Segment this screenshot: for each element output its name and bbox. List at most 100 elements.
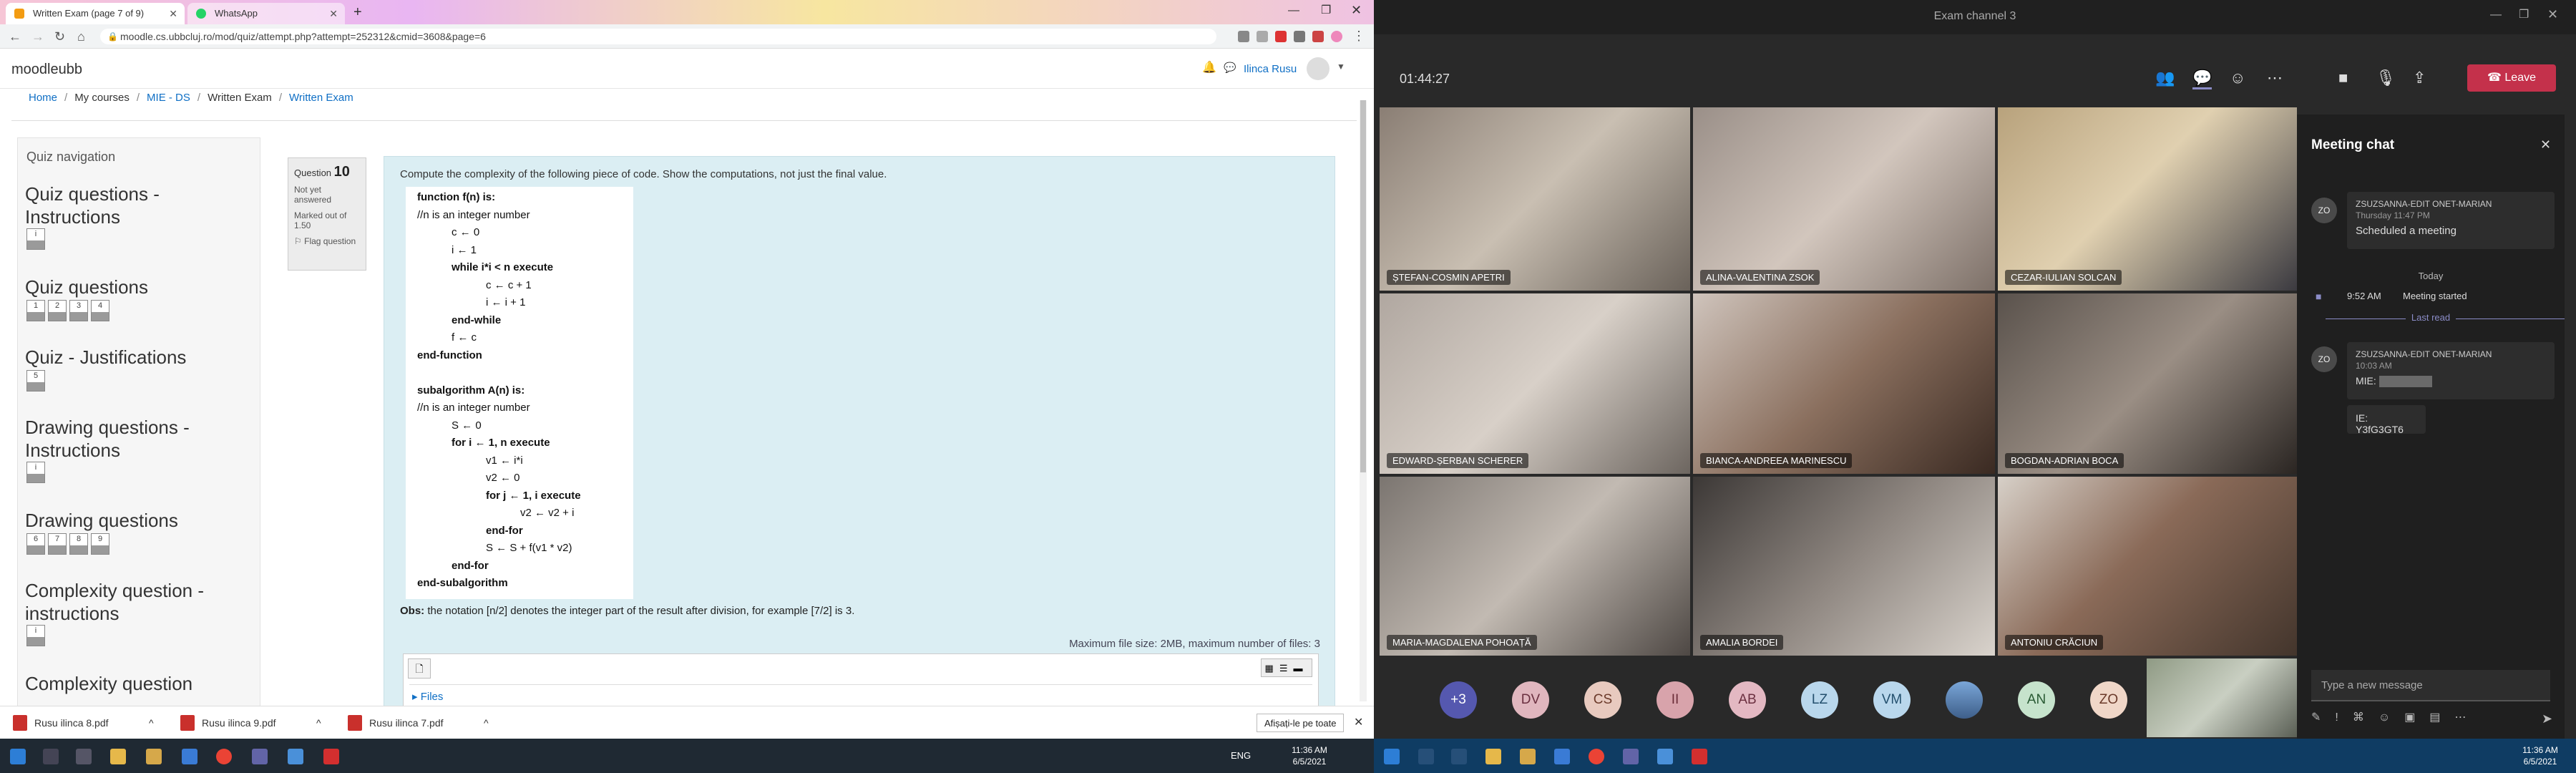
minimize-icon[interactable]: — bbox=[2490, 9, 2502, 21]
task-view-icon[interactable] bbox=[76, 749, 92, 764]
self-video-preview[interactable] bbox=[2147, 658, 2297, 737]
page-scrollbar[interactable] bbox=[1360, 100, 1367, 701]
quiz-nav-button[interactable]: i bbox=[26, 462, 45, 483]
participant-avatar[interactable]: AN bbox=[2018, 681, 2055, 719]
video-tile[interactable]: MARIA-MAGDALENA POHOAȚĂ bbox=[1380, 477, 1690, 656]
download-item[interactable]: Rusu ilinca 8.pdf ^ bbox=[13, 714, 170, 732]
user-avatar[interactable] bbox=[1307, 57, 1330, 80]
site-brand[interactable]: moodleubb bbox=[11, 62, 82, 78]
close-tab-icon[interactable]: ✕ bbox=[169, 3, 177, 24]
send-icon[interactable]: ➤ bbox=[2542, 711, 2552, 726]
store-icon[interactable] bbox=[1554, 749, 1570, 764]
video-tile[interactable]: AMALIA BORDEI bbox=[1693, 477, 1995, 656]
search-icon[interactable] bbox=[1418, 749, 1434, 764]
share-screen-icon[interactable]: ⇪ bbox=[2413, 69, 2426, 87]
participant-avatar[interactable]: DV bbox=[1512, 681, 1549, 719]
video-tile[interactable]: BOGDAN-ADRIAN BOCA bbox=[1998, 293, 2297, 474]
back-icon[interactable]: ← bbox=[9, 29, 21, 44]
app-icon[interactable] bbox=[288, 749, 303, 764]
breadcrumb-quiz[interactable]: Written Exam bbox=[289, 92, 353, 104]
breadcrumb-course[interactable]: MIE - DS bbox=[147, 92, 190, 104]
files-folder-link[interactable]: ▸ Files bbox=[412, 690, 443, 703]
camera-icon[interactable]: ■ bbox=[2338, 69, 2348, 87]
quiz-nav-button[interactable]: 6 bbox=[26, 533, 45, 555]
profile-avatar-icon[interactable] bbox=[1331, 31, 1342, 42]
scrollbar-thumb[interactable] bbox=[1360, 100, 1366, 472]
tab-whatsapp[interactable]: WhatsApp ✕ bbox=[187, 3, 345, 24]
add-file-icon[interactable]: 🗋 bbox=[408, 658, 431, 679]
quiz-nav-button[interactable]: i bbox=[26, 228, 45, 250]
show-all-downloads-button[interactable]: Afișați-le pe toate bbox=[1257, 714, 1345, 732]
breadcrumb-my-courses[interactable]: My courses bbox=[74, 92, 130, 104]
view-mode-icons[interactable]: ▦☰▬ bbox=[1261, 658, 1312, 677]
more-actions-icon[interactable]: ⋯ bbox=[2267, 69, 2283, 87]
video-tile[interactable]: ANTONIU CRĂCIUN bbox=[1998, 477, 2297, 656]
acrobat-icon[interactable] bbox=[323, 749, 339, 764]
reactions-icon[interactable]: ☺ bbox=[2230, 69, 2245, 87]
home-icon[interactable]: ⌂ bbox=[77, 29, 85, 44]
search-icon[interactable] bbox=[43, 749, 59, 764]
store-icon[interactable] bbox=[182, 749, 197, 764]
flag-question-button[interactable]: ⚐ Flag question bbox=[294, 236, 360, 246]
close-tab-icon[interactable]: ✕ bbox=[329, 3, 338, 24]
participant-avatar[interactable]: CS bbox=[1584, 681, 1621, 719]
url-field[interactable]: 🔒 moodle.cs.ubbcluj.ro/mod/quiz/attempt.… bbox=[100, 29, 1216, 44]
extension-icon[interactable] bbox=[1294, 31, 1305, 42]
chrome-icon[interactable] bbox=[1589, 749, 1604, 764]
video-tile[interactable]: CEZAR-IULIAN SOLCAN bbox=[1998, 107, 2297, 291]
participant-avatar[interactable]: II bbox=[1657, 681, 1694, 719]
extension-icon[interactable] bbox=[1312, 31, 1324, 42]
teams-icon[interactable] bbox=[1623, 749, 1639, 764]
compose-message-input[interactable]: Type a new message bbox=[2311, 670, 2550, 701]
windows-start-icon[interactable] bbox=[1384, 749, 1400, 764]
chevron-up-icon[interactable]: ^ bbox=[316, 714, 321, 732]
chevron-up-icon[interactable]: ^ bbox=[149, 714, 154, 732]
close-chat-icon[interactable]: ✕ bbox=[2540, 137, 2551, 152]
quiz-nav-button[interactable]: 4 bbox=[91, 300, 109, 321]
participant-photo-avatar[interactable] bbox=[1946, 681, 1983, 719]
participant-avatar[interactable]: ZO bbox=[2090, 681, 2127, 719]
minimize-icon[interactable]: — bbox=[1288, 4, 1299, 17]
new-tab-icon[interactable]: + bbox=[353, 4, 362, 21]
download-item[interactable]: Rusu ilinca 7.pdf ^ bbox=[348, 714, 505, 732]
messages-icon[interactable]: 💬 bbox=[1224, 62, 1236, 74]
quiz-nav-button[interactable]: 8 bbox=[69, 533, 88, 555]
tab-written-exam[interactable]: Written Exam (page 7 of 9) ✕ bbox=[6, 3, 185, 24]
selected-text-highlight[interactable] bbox=[2379, 376, 2432, 388]
participant-avatar[interactable]: AB bbox=[1729, 681, 1766, 719]
folder-icon[interactable] bbox=[1520, 749, 1536, 764]
breadcrumb-section[interactable]: Written Exam bbox=[208, 92, 272, 104]
folder-icon[interactable] bbox=[146, 749, 162, 764]
video-tile[interactable]: ALINA-VALENTINA ZSOK bbox=[1693, 107, 1995, 291]
close-window-icon[interactable]: ✕ bbox=[2547, 7, 2558, 22]
participant-avatar[interactable]: VM bbox=[1873, 681, 1911, 719]
menu-kebab-icon[interactable]: ⋮ bbox=[1352, 29, 1365, 44]
app-icon[interactable] bbox=[1657, 749, 1673, 764]
breadcrumb-home[interactable]: Home bbox=[29, 92, 57, 104]
participant-avatar[interactable]: LZ bbox=[1801, 681, 1838, 719]
participants-icon[interactable]: 👥 bbox=[2155, 69, 2175, 87]
file-explorer-icon[interactable] bbox=[1485, 749, 1501, 764]
windows-start-icon[interactable] bbox=[10, 749, 26, 764]
compose-toolbar-icons[interactable]: ✎!⌘☺▣▤⋯ bbox=[2311, 710, 2480, 724]
file-explorer-icon[interactable] bbox=[110, 749, 126, 764]
maximize-icon[interactable]: ❐ bbox=[2519, 7, 2529, 21]
quiz-nav-button[interactable]: 5 bbox=[26, 370, 45, 392]
forward-icon[interactable]: → bbox=[31, 29, 44, 44]
bookmark-star-icon[interactable] bbox=[1257, 31, 1268, 42]
close-downloads-icon[interactable]: ✕ bbox=[1354, 715, 1363, 729]
system-clock[interactable]: 11:36 AM 6/5/2021 bbox=[1281, 744, 1338, 767]
notifications-bell-icon[interactable]: 🔔 bbox=[1202, 60, 1216, 74]
download-item[interactable]: Rusu ilinca 9.pdf ^ bbox=[180, 714, 338, 732]
acrobat-icon[interactable] bbox=[1692, 749, 1707, 764]
key-icon[interactable] bbox=[1238, 31, 1249, 42]
language-indicator[interactable]: ENG bbox=[1231, 750, 1251, 761]
teams-icon[interactable] bbox=[252, 749, 268, 764]
video-tile[interactable]: ȘTEFAN-COSMIN APETRI bbox=[1380, 107, 1690, 291]
leave-button[interactable]: ☎ Leave bbox=[2467, 64, 2556, 92]
chevron-down-icon[interactable]: ▼ bbox=[1337, 62, 1345, 72]
system-clock[interactable]: 11:36 AM 6/5/2021 bbox=[2512, 744, 2569, 767]
quiz-nav-button[interactable]: 2 bbox=[48, 300, 67, 321]
quiz-nav-button[interactable]: 9 bbox=[91, 533, 109, 555]
task-view-icon[interactable] bbox=[1451, 749, 1467, 764]
